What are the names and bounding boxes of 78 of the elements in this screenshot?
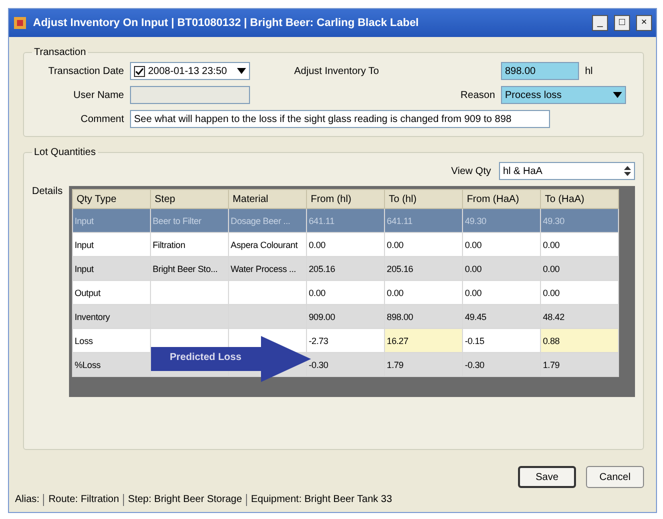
table-cell: 0.00 [540,256,618,280]
window-control-button[interactable]: □ [614,15,630,31]
table-cell: 205.16 [306,256,384,280]
table-cell: Aspera Colourant [228,232,306,256]
table-cell: 49.30 [540,208,618,232]
field-label: User Name [72,90,124,100]
spin-field[interactable]: hl & HaA [499,162,635,180]
field-label: Adjust Inventory To [293,66,379,76]
table-cell: 0.00 [462,280,540,304]
dropdown-caret-icon[interactable] [237,68,246,74]
column-header[interactable]: From (hl) [306,190,384,208]
table-cell: Input [72,208,150,232]
table-cell: Beer to Filter [150,208,228,232]
status-text: Alias: [15,494,40,506]
app-icon [13,16,27,30]
dropdown-caret-icon[interactable] [613,92,622,98]
table-cell: 49.30 [462,208,540,232]
window-control-button[interactable]: × [636,15,652,31]
column-header[interactable]: Qty Type [72,190,150,208]
table-cell: 0.88 [540,328,618,352]
unit-label: hl [585,66,594,76]
table-cell: 0.00 [384,280,462,304]
column-header[interactable]: To (HaA) [540,190,618,208]
table-cell: 1.79 [540,352,618,376]
table-cell: Bright Beer Sto... [150,256,228,280]
table-cell: Output [72,280,150,304]
table-cell: Input [72,232,150,256]
field-label: Details [32,186,63,199]
table-cell: Dosage Beer ... [228,208,306,232]
table-cell: 16.27 [384,328,462,352]
input-field[interactable]: See what will happen to the loss if the sight glass reading is changed from 909 to 898 [130,110,550,128]
status-text: Step: Bright Beer Storage [128,494,242,506]
table-cell: 0.00 [306,280,384,304]
table-cell: 898.00 [384,304,462,328]
group-title: Transaction [33,47,87,58]
dialog-button[interactable]: Save [518,466,576,488]
table-cell: 48.42 [540,304,618,328]
table-cell: Inventory [72,304,150,328]
table-cell: 0.00 [540,280,618,304]
table-cell: 49.45 [462,304,540,328]
table-cell: 909.00 [306,304,384,328]
window-control-button[interactable]: _ [592,15,608,31]
table-cell: -2.73 [306,328,384,352]
column-header[interactable]: Material [228,190,306,208]
dialog-button[interactable]: Cancel [586,466,644,488]
column-header[interactable]: To (hl) [384,190,462,208]
field-label: Transaction Date [47,66,124,76]
table-cell: Filtration [150,232,228,256]
checkbox[interactable] [134,66,145,76]
table-cell: Input [72,256,150,280]
status-text: Equipment: Bright Beer Tank 33 [251,494,392,506]
table-cell: 641.11 [306,208,384,232]
window-title: Adjust Inventory On Input | BT01080132 | Bright Beer: Carling Black Label [33,17,420,29]
dropdown[interactable]: Process loss [501,86,626,104]
table-cell: 205.16 [384,256,462,280]
table-cell: Loss [72,328,150,352]
field-label: View Qty [451,166,491,176]
table-cell: -0.30 [462,352,540,376]
field-label: Comment [80,114,124,124]
input-field[interactable]: 898.00 [501,62,579,80]
table-cell: 0.00 [462,232,540,256]
table-cell: 0.00 [384,232,462,256]
column-header[interactable]: From (HaA) [462,190,540,208]
table-cell: -0.15 [462,328,540,352]
field-label: Reason [460,90,495,100]
status-text: Route: Filtration [48,494,120,506]
table-cell: %Loss [72,352,150,376]
table-cell: 0.00 [540,232,618,256]
table-cell: Water Process ... [228,256,306,280]
group-title: Lot Quantities [33,147,97,158]
table-cell: 641.11 [384,208,462,232]
table-cell: 0.00 [462,256,540,280]
table-cell: 0.00 [306,232,384,256]
spinner-arrows-icon[interactable] [624,165,631,177]
table-cell: 1.79 [384,352,462,376]
table-cell: -0.30 [306,352,384,376]
date-picker[interactable]: 2008-01-13 23:50 [130,62,250,80]
column-header[interactable]: Step [150,190,228,208]
